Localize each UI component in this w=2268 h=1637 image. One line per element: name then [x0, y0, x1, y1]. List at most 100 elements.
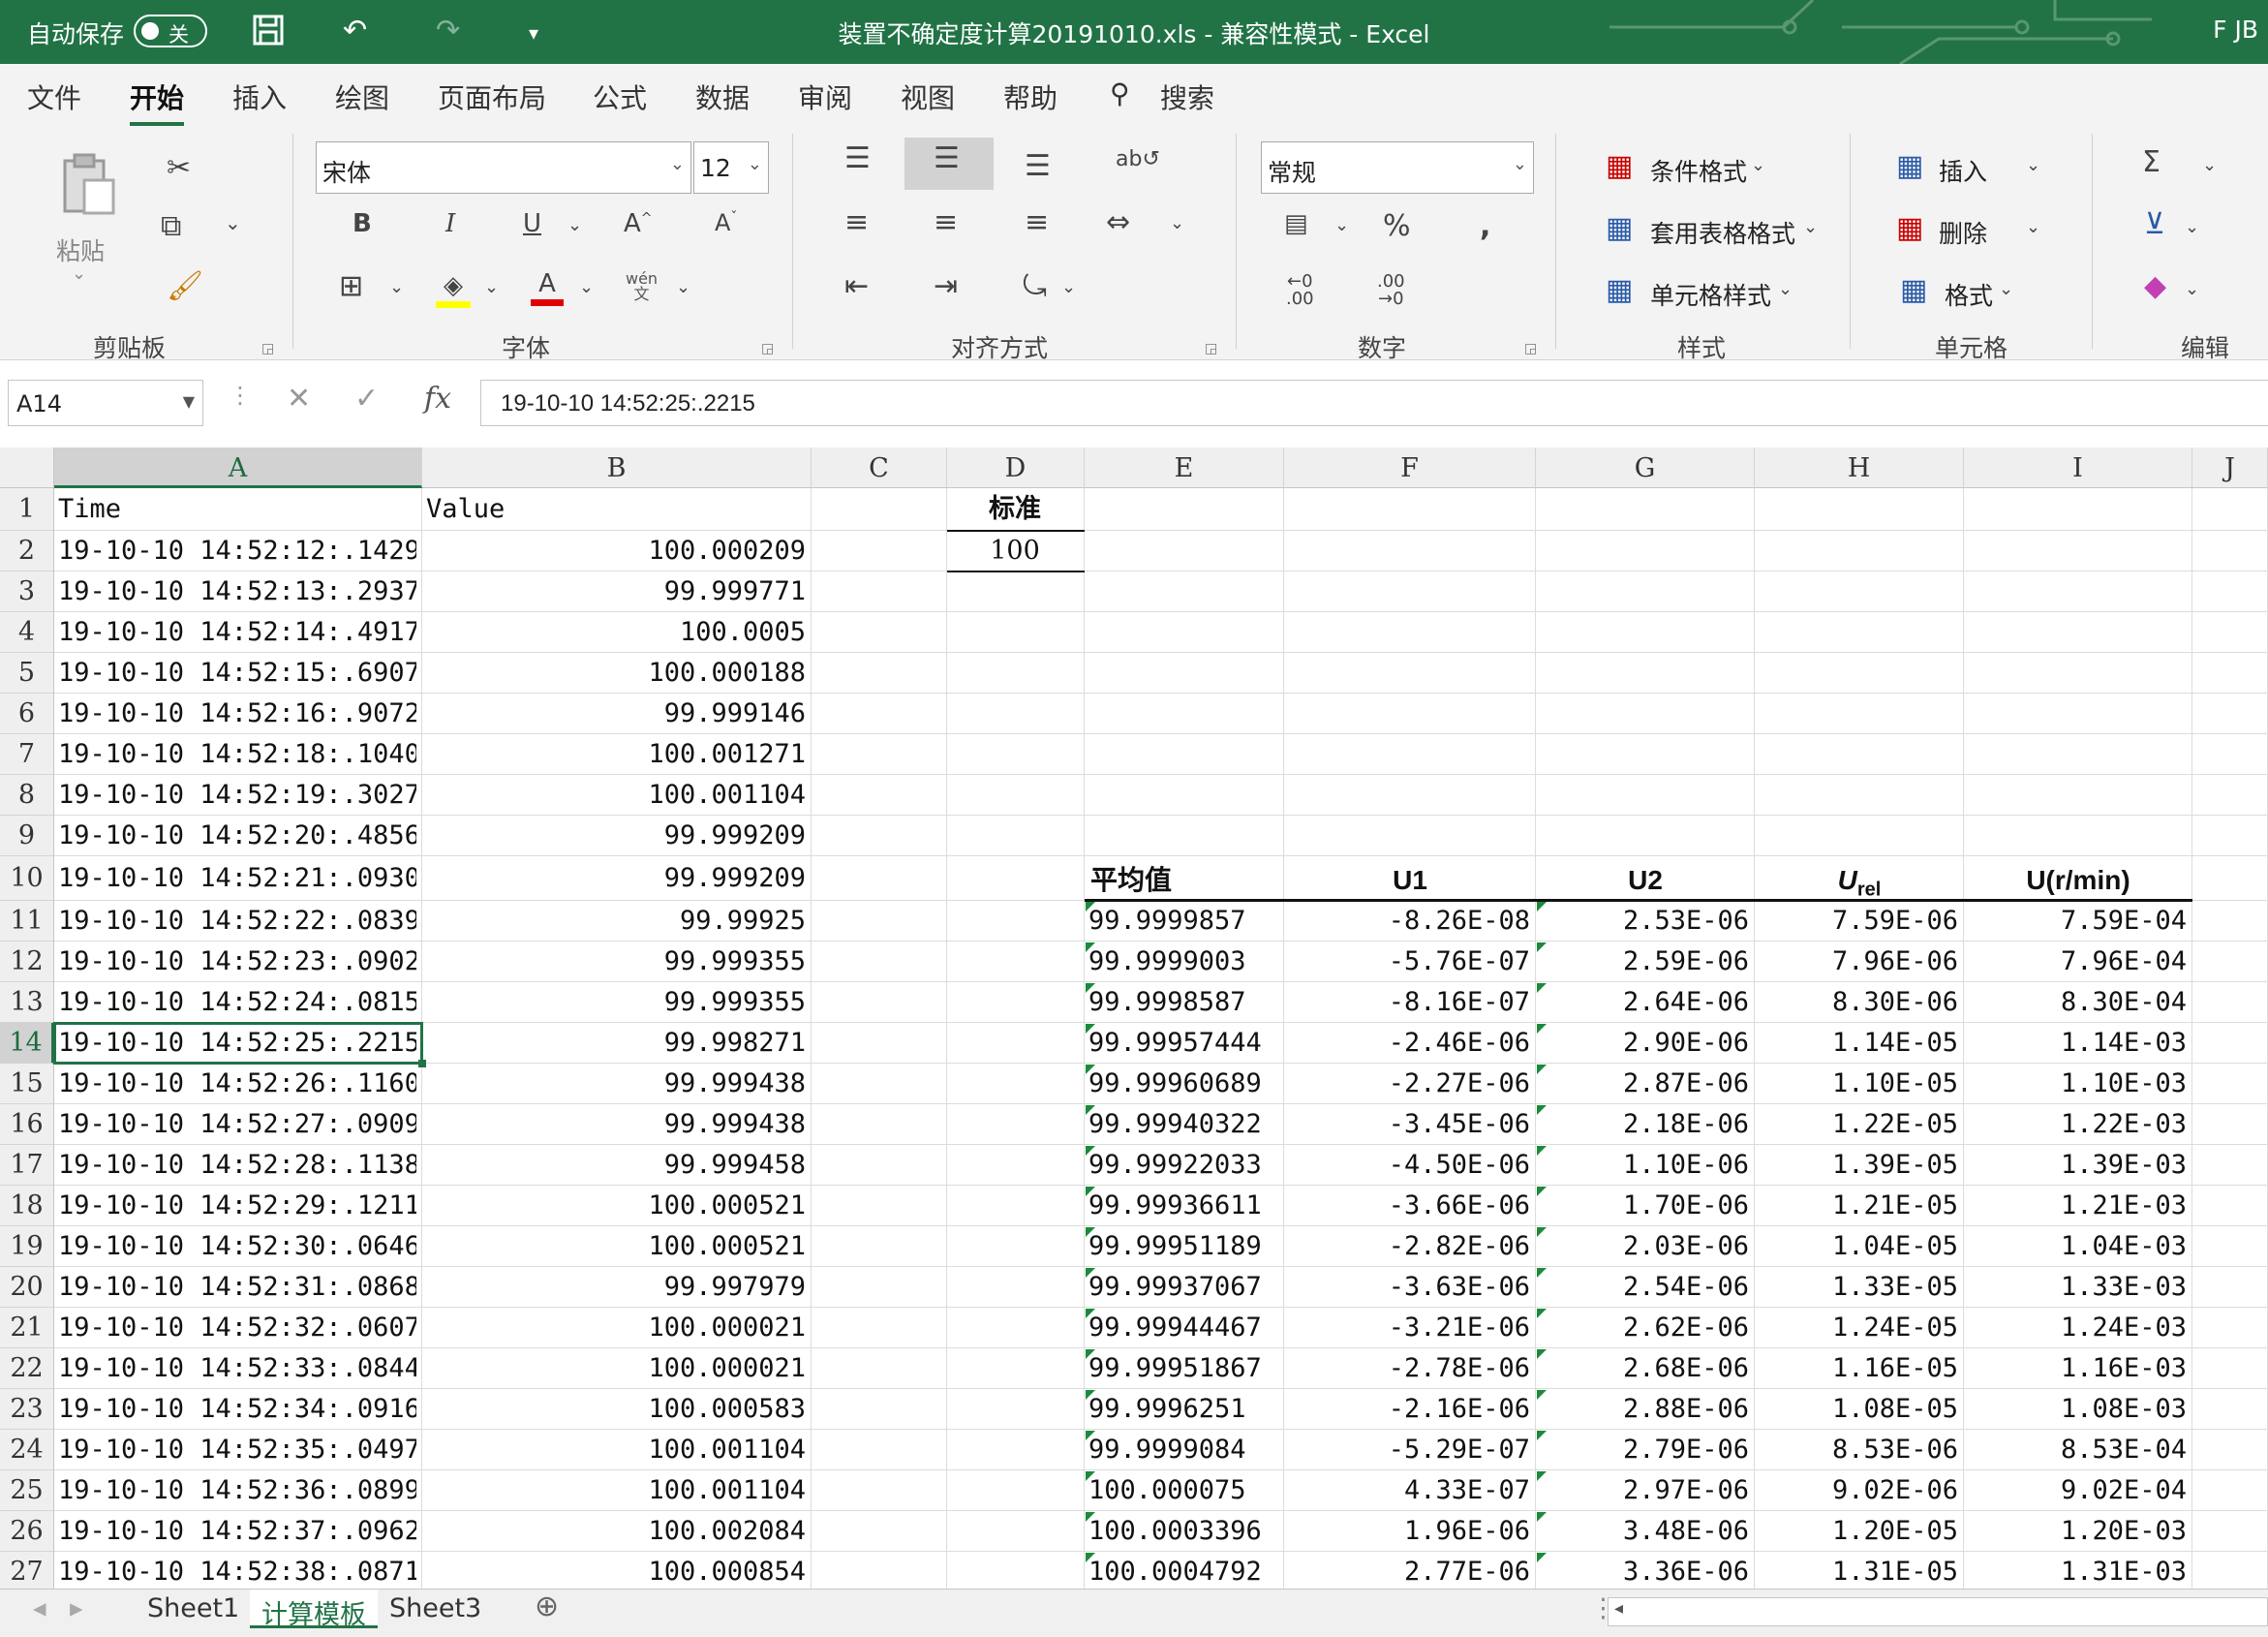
cell-time[interactable]: 19-10-10 14:52:22:.0839 — [58, 901, 416, 942]
result-cell[interactable]: 99.99960689 — [1088, 1064, 1278, 1104]
add-sheet-icon[interactable]: ⊕ — [523, 1586, 570, 1624]
cell-time[interactable]: 19-10-10 14:52:14:.4917 — [58, 612, 416, 653]
enter-icon[interactable]: ✓ — [354, 382, 379, 416]
underline-button[interactable]: U — [523, 209, 541, 238]
font-launcher-icon[interactable]: ◲ — [761, 341, 774, 356]
result-cell[interactable]: 1.16E-03 — [1968, 1348, 2187, 1389]
font-color-icon[interactable]: A — [531, 265, 564, 306]
cell-time[interactable]: 19-10-10 14:52:32:.0607 — [58, 1308, 416, 1348]
cell-value[interactable]: 100.001104 — [426, 775, 806, 816]
cell-styles-button[interactable]: 单元格样式 — [1650, 277, 1771, 312]
result-cell[interactable]: -3.45E-06 — [1288, 1104, 1530, 1145]
result-cell[interactable]: -5.29E-07 — [1288, 1430, 1530, 1470]
result-cell[interactable]: 1.10E-06 — [1540, 1145, 1749, 1186]
increase-decimal-icon[interactable]: ←0.00 — [1286, 273, 1314, 308]
result-cell[interactable]: -2.27E-06 — [1288, 1064, 1530, 1104]
cell-time[interactable]: 19-10-10 14:52:27:.0909 — [58, 1104, 416, 1145]
cell-value[interactable]: 100.000021 — [426, 1308, 806, 1348]
result-cell[interactable]: 3.36E-06 — [1540, 1552, 1749, 1589]
orientation-icon[interactable]: ab↺ — [1116, 147, 1160, 171]
result-cell[interactable]: 1.22E-05 — [1759, 1104, 1958, 1145]
cell-d2[interactable]: 100 — [951, 531, 1079, 571]
insert-cells-icon[interactable]: ▦ — [1896, 149, 1923, 183]
result-cell[interactable]: 99.99936611 — [1088, 1186, 1278, 1226]
scroll-right-icon[interactable]: ▸ — [58, 1590, 95, 1628]
column-header-g[interactable]: G — [1536, 448, 1755, 488]
result-cell[interactable]: 1.31E-05 — [1759, 1552, 1958, 1589]
row-header-11[interactable]: 11 — [0, 901, 54, 942]
result-cell[interactable]: 1.10E-05 — [1759, 1064, 1958, 1104]
cell-value[interactable]: 100.0005 — [426, 612, 806, 653]
row-header-8[interactable]: 8 — [0, 775, 54, 816]
column-header-f[interactable]: F — [1284, 448, 1536, 488]
tab-formulas[interactable]: 公式 — [593, 77, 647, 116]
row-header-12[interactable]: 12 — [0, 942, 54, 982]
alignment-launcher-icon[interactable]: ◲ — [1205, 341, 1217, 356]
search-icon[interactable]: ⚲ — [1110, 77, 1130, 109]
row-header-17[interactable]: 17 — [0, 1145, 54, 1186]
font-size-combo[interactable]: 12 ⌄ — [693, 141, 769, 194]
result-cell[interactable]: 2.88E-06 — [1540, 1389, 1749, 1430]
phonetic-guide-icon[interactable]: wén 文 — [626, 271, 658, 302]
tab-file[interactable]: 文件 — [27, 77, 81, 116]
result-cell[interactable]: 4.33E-07 — [1288, 1470, 1530, 1511]
tab-data[interactable]: 数据 — [695, 77, 750, 116]
cell-time[interactable]: 19-10-10 14:52:23:.0902 — [58, 942, 416, 982]
formula-input[interactable]: 19-10-10 14:52:25:.2215 — [480, 380, 2268, 426]
result-cell[interactable]: 2.03E-06 — [1540, 1226, 1749, 1267]
cell-value[interactable]: 99.997979 — [426, 1267, 806, 1308]
tab-view[interactable]: 视图 — [901, 77, 955, 116]
result-cell[interactable]: 99.99940322 — [1088, 1104, 1278, 1145]
result-cell[interactable]: 2.59E-06 — [1540, 942, 1749, 982]
percent-icon[interactable]: % — [1383, 209, 1411, 243]
cell-value[interactable]: 99.999355 — [426, 982, 806, 1023]
result-cell[interactable]: 1.04E-03 — [1968, 1226, 2187, 1267]
increase-indent-icon[interactable]: ⇥ — [934, 269, 958, 303]
result-cell[interactable]: 2.79E-06 — [1540, 1430, 1749, 1470]
result-cell[interactable]: 1.22E-03 — [1968, 1104, 2187, 1145]
fill-dropdown-icon[interactable]: ⌄ — [2185, 217, 2199, 237]
cell-time[interactable]: 19-10-10 14:52:18:.1040 — [58, 734, 416, 775]
wrap-text-icon[interactable]: ⤿ — [1023, 269, 1047, 303]
cell-time[interactable]: 19-10-10 14:52:19:.3027 — [58, 775, 416, 816]
result-cell[interactable]: -2.46E-06 — [1288, 1023, 1530, 1064]
column-header-h[interactable]: H — [1755, 448, 1964, 488]
font-name-combo[interactable]: 宋体 ⌄ — [316, 141, 691, 194]
column-header-j[interactable]: J — [2192, 448, 2268, 488]
result-cell[interactable]: 1.39E-03 — [1968, 1145, 2187, 1186]
select-all-corner[interactable] — [0, 448, 54, 488]
merge-dropdown-icon[interactable]: ⌄ — [1170, 213, 1184, 233]
cell-value[interactable]: 99.999146 — [426, 694, 806, 734]
fill-color-dropdown-icon[interactable]: ⌄ — [484, 277, 499, 297]
result-cell[interactable]: 100.0004792 — [1088, 1552, 1278, 1589]
result-cell[interactable]: 1.08E-05 — [1759, 1389, 1958, 1430]
column-header-c[interactable]: C — [812, 448, 947, 488]
scroll-left-arrow-icon[interactable]: ◂ — [1614, 1598, 1623, 1619]
cell-styles-dropdown-icon[interactable]: ⌄ — [1778, 279, 1793, 299]
result-cell[interactable]: -5.76E-07 — [1288, 942, 1530, 982]
merge-center-icon[interactable]: ⇔ — [1106, 205, 1130, 239]
format-painter-icon[interactable]: 🖌 — [167, 269, 203, 303]
cell-time[interactable]: 19-10-10 14:52:34:.0916 — [58, 1389, 416, 1430]
user-initials[interactable]: F JB — [2213, 15, 2258, 44]
clipboard-launcher-icon[interactable]: ◲ — [261, 341, 274, 356]
format-as-table-button[interactable]: 套用表格格式 — [1650, 215, 1795, 250]
align-middle-button[interactable]: ☰ — [904, 138, 994, 190]
cell-value[interactable]: 99.999209 — [426, 856, 806, 901]
row-header-24[interactable]: 24 — [0, 1430, 54, 1470]
cell-value[interactable]: 100.000854 — [426, 1552, 806, 1589]
format-as-table-dropdown-icon[interactable]: ⌄ — [1803, 217, 1818, 237]
result-cell[interactable]: 100.0003396 — [1088, 1511, 1278, 1552]
decrease-font-icon[interactable]: Aˇ — [715, 209, 737, 236]
result-cell[interactable]: 2.77E-06 — [1288, 1552, 1530, 1589]
cell-d1[interactable]: 标准 — [951, 488, 1079, 531]
bold-button[interactable]: B — [352, 209, 372, 238]
format-as-table-icon[interactable]: ▦ — [1606, 211, 1633, 245]
result-cell[interactable]: 99.99951867 — [1088, 1348, 1278, 1389]
column-header-a[interactable]: A — [54, 448, 422, 488]
cell-value[interactable]: 99.998271 — [426, 1023, 806, 1064]
result-cell[interactable]: 1.96E-06 — [1288, 1511, 1530, 1552]
result-cell[interactable]: 1.20E-03 — [1968, 1511, 2187, 1552]
result-cell[interactable]: -8.16E-07 — [1288, 982, 1530, 1023]
tab-home[interactable]: 开始 — [130, 77, 185, 126]
